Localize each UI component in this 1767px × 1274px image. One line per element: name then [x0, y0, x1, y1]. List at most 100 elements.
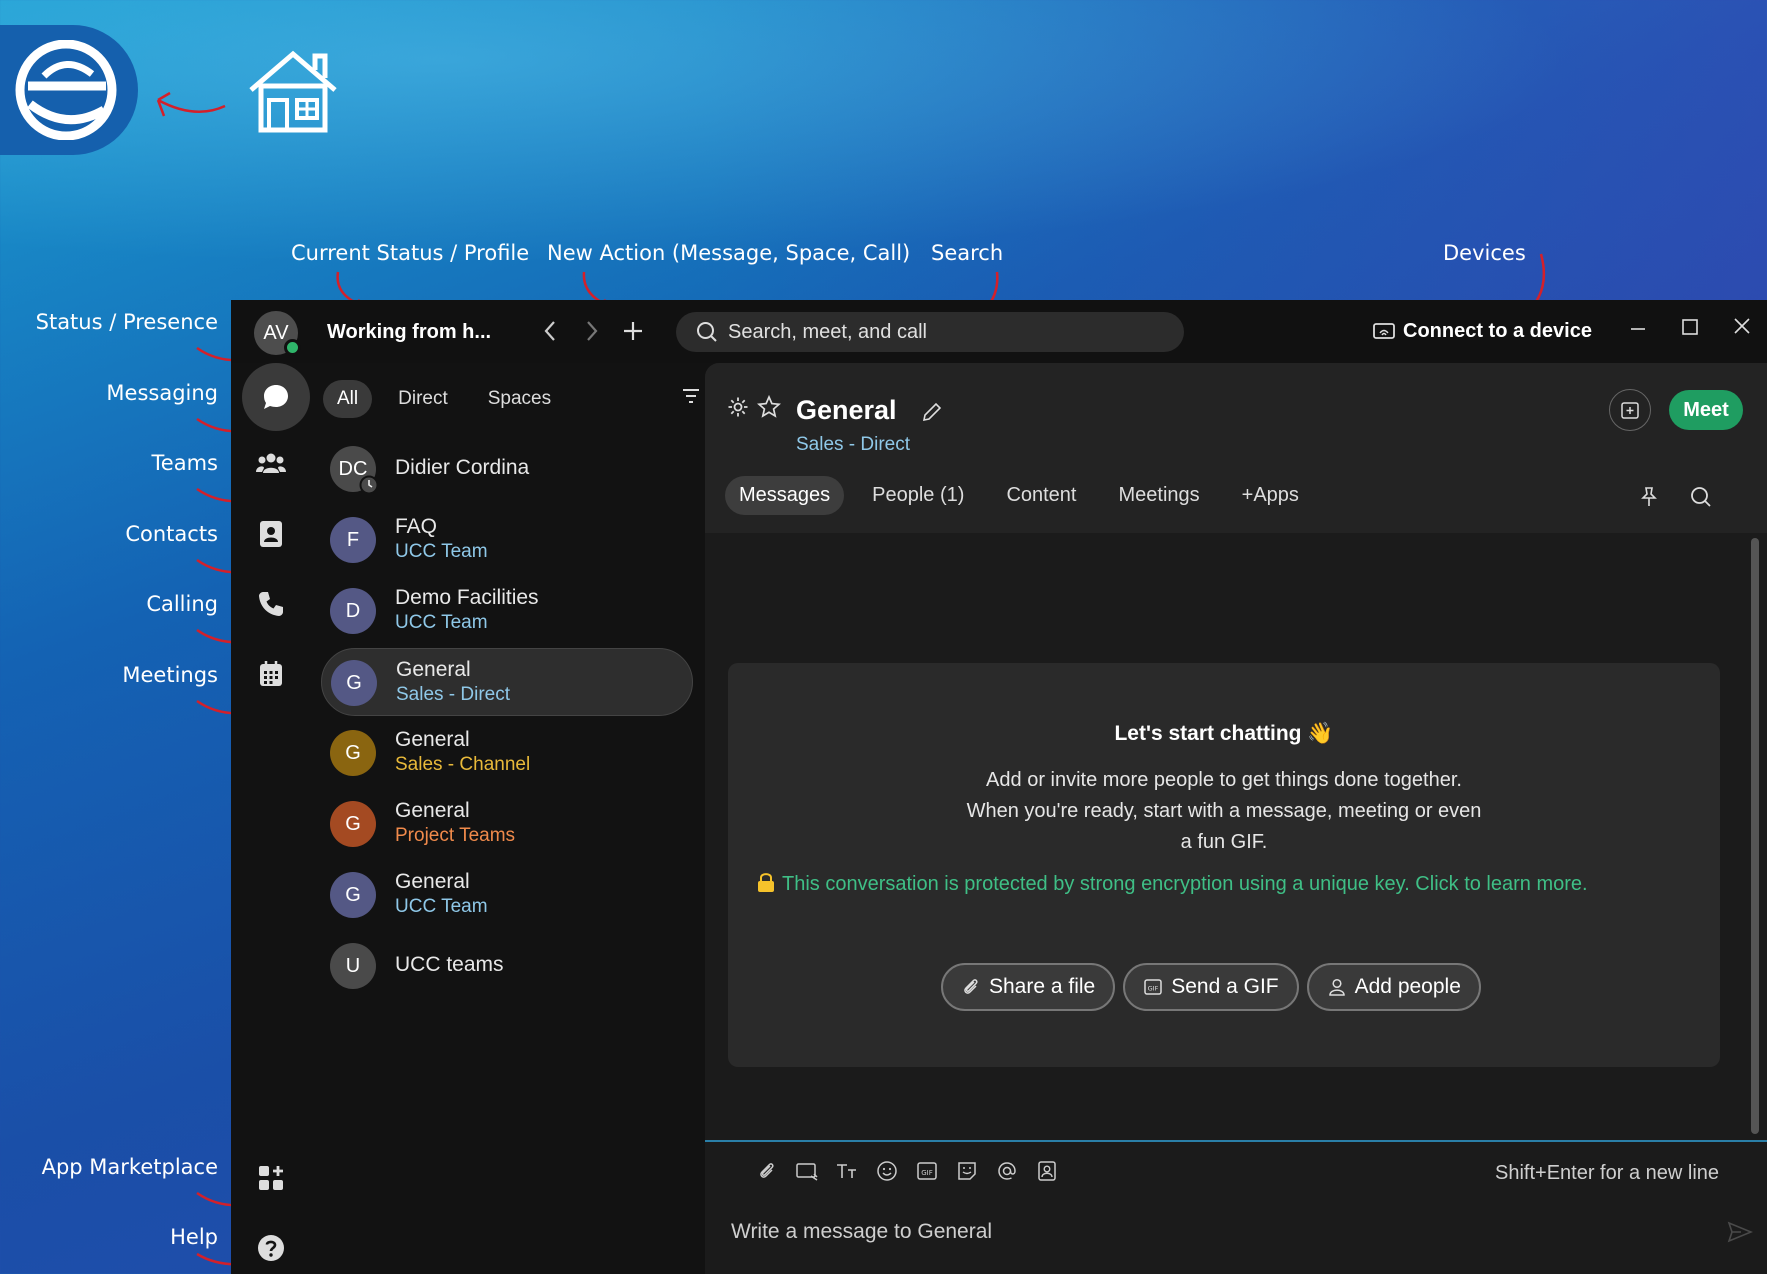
logo-e-icon: [15, 40, 117, 140]
rail-help[interactable]: [242, 1219, 300, 1274]
compose-area: GIF Shift+Enter for a new line: [705, 1140, 1767, 1274]
conversation-item-selected[interactable]: G General Sales - Direct: [321, 648, 693, 716]
conversation-item[interactable]: D Demo Facilities UCC Team: [321, 577, 693, 645]
edit-title-button[interactable]: [921, 401, 943, 428]
rail-app-marketplace[interactable]: [242, 1149, 300, 1207]
tab-people[interactable]: People (1): [858, 476, 978, 515]
send-button[interactable]: [1727, 1220, 1754, 1249]
brand-logo: [0, 25, 138, 155]
filter-bar: All Direct Spaces: [323, 379, 577, 419]
search-space-button[interactable]: [1689, 485, 1713, 514]
close-button[interactable]: [1733, 316, 1751, 344]
sticker-icon: [958, 1162, 976, 1180]
conversation-subtitle: UCC Team: [395, 612, 488, 633]
empty-state-actions: Share a file GIF Send a GIF Add people: [941, 963, 1489, 1011]
empty-state-line: a fun GIF.: [1180, 831, 1268, 853]
tab-apps[interactable]: +Apps: [1228, 476, 1313, 515]
search-icon: [1691, 487, 1711, 507]
schedule-meeting-button[interactable]: [1609, 389, 1651, 431]
rail-messaging[interactable]: [242, 363, 310, 431]
connect-device-button[interactable]: Connect to a device: [1373, 320, 1592, 343]
chat-bubble-icon: [264, 385, 288, 409]
conversation-item[interactable]: F FAQ UCC Team: [321, 506, 693, 574]
filter-icon: [683, 389, 699, 403]
conversation-item[interactable]: G General Project Teams: [321, 790, 693, 858]
logo-arrow-icon: [156, 91, 226, 117]
search-icon: [697, 322, 717, 342]
chevron-left-icon: [544, 321, 555, 341]
maximize-button[interactable]: [1681, 316, 1699, 344]
person-icon: [1328, 978, 1345, 996]
chevron-right-icon: [587, 321, 598, 341]
rail-contacts[interactable]: [242, 505, 300, 563]
filter-options-button[interactable]: [681, 387, 701, 410]
space-settings-button[interactable]: [727, 396, 749, 423]
encryption-notice-link[interactable]: This conversation is protected by strong…: [756, 871, 1716, 896]
title-bar: AV Working from h... Connect to a device: [231, 300, 1767, 363]
contact-card-button[interactable]: [1027, 1160, 1067, 1182]
contact-card-icon: [1038, 1161, 1056, 1181]
add-people-button[interactable]: Add people: [1306, 963, 1481, 1011]
filter-direct[interactable]: Direct: [384, 380, 462, 418]
send-gif-button[interactable]: GIF Send a GIF: [1123, 963, 1299, 1011]
device-icon: [1373, 322, 1395, 339]
conversation-title: UCC teams: [395, 953, 504, 976]
forward-button[interactable]: [583, 318, 601, 348]
emoji-button[interactable]: [867, 1160, 907, 1182]
empty-state-line: When you're ready, start with a message,…: [966, 800, 1482, 822]
screen-capture-button[interactable]: [787, 1160, 827, 1182]
meet-button[interactable]: Meet: [1669, 390, 1743, 430]
share-file-button[interactable]: Share a file: [941, 963, 1116, 1011]
search-input[interactable]: [728, 320, 1168, 344]
apps-plus-icon: [259, 1166, 283, 1190]
conversation-title: FAQ: [395, 515, 438, 538]
compose-toolbar: GIF: [747, 1160, 1067, 1182]
minimize-button[interactable]: [1629, 316, 1647, 344]
lock-icon: [758, 873, 774, 892]
rail-calling[interactable]: [242, 575, 300, 633]
message-input[interactable]: [731, 1220, 1691, 1244]
messages-scrollbar[interactable]: [1751, 538, 1759, 1134]
conversation-subtitle: Sales - Direct: [396, 684, 511, 705]
home-icon: [249, 50, 337, 133]
pinned-button[interactable]: [1637, 485, 1661, 514]
favorite-button[interactable]: [756, 394, 782, 424]
tab-meetings[interactable]: Meetings: [1105, 476, 1214, 515]
attach-button[interactable]: [747, 1160, 787, 1182]
tab-messages[interactable]: Messages: [725, 476, 845, 515]
conversation-list-pane: All Direct Spaces DC Didier Cordina F FA…: [311, 363, 711, 1274]
conversation-title: General: [395, 728, 470, 751]
send-gif-label: Send a GIF: [1171, 975, 1279, 998]
mention-button[interactable]: [987, 1160, 1027, 1182]
tab-content[interactable]: Content: [992, 476, 1090, 515]
filter-all[interactable]: All: [323, 380, 373, 418]
gear-icon: [728, 397, 748, 417]
filter-spaces[interactable]: Spaces: [474, 380, 565, 418]
conversation-item[interactable]: U UCC teams: [321, 932, 693, 1000]
plus-icon: [624, 322, 642, 340]
rail-teams[interactable]: [242, 435, 300, 493]
format-text-button[interactable]: [827, 1160, 867, 1182]
back-button[interactable]: [541, 318, 559, 348]
conversation-subtitle: Project Teams: [395, 825, 516, 846]
gif-button[interactable]: GIF: [907, 1160, 947, 1182]
sticker-button[interactable]: [947, 1160, 987, 1182]
space-main-pane: General Sales - Direct Meet Messages Peo…: [705, 363, 1767, 1274]
search-bar[interactable]: [676, 312, 1184, 352]
conversation-avatar: D: [330, 588, 376, 634]
app-window: AV Working from h... Connect to a device: [231, 300, 1767, 1274]
svg-text:GIF: GIF: [921, 1169, 933, 1177]
new-action-button[interactable]: [621, 318, 645, 348]
conversation-item[interactable]: G General UCC Team: [321, 861, 693, 929]
space-title: General: [796, 395, 897, 425]
conversation-item[interactable]: DC Didier Cordina: [321, 435, 693, 503]
calendar-add-icon: [1621, 402, 1639, 419]
minimize-icon: [1631, 328, 1645, 330]
rail-meetings[interactable]: [242, 645, 300, 703]
conversation-subtitle: UCC Team: [395, 896, 488, 917]
conversation-avatar: G: [330, 730, 376, 776]
current-status[interactable]: Working from h...: [327, 321, 491, 344]
conversation-item[interactable]: G General Sales - Channel: [321, 719, 693, 787]
conversation-avatar: F: [330, 517, 376, 563]
svg-text:GIF: GIF: [1148, 985, 1159, 993]
